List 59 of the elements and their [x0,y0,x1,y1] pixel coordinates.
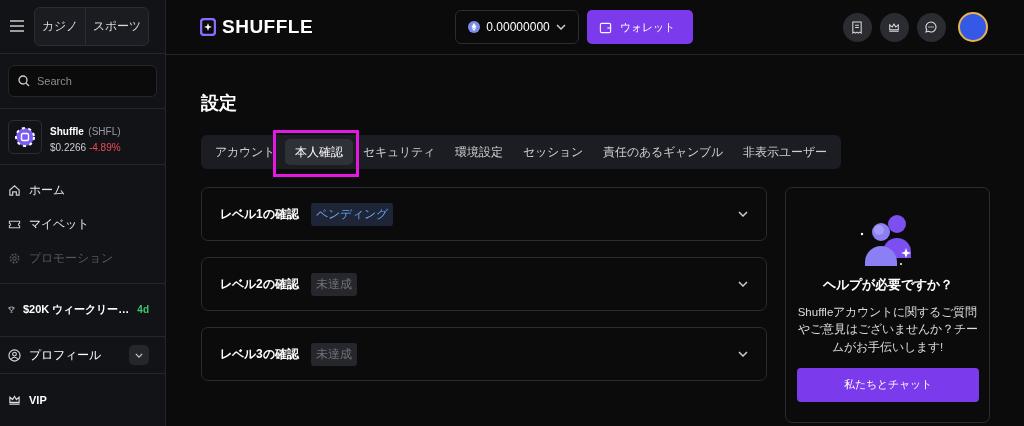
mode-tab[interactable]: スポーツ [85,7,148,45]
nav-item[interactable]: マイベット [8,207,157,241]
search-field[interactable]: Search [8,65,157,98]
level-title: レベル1の確認 [220,205,299,223]
page-title: 設定 [201,92,238,115]
price-change: -4.89% [88,141,121,153]
crown-icon [8,394,21,407]
user-icon [8,348,21,362]
verification-level-row[interactable]: レベル3の確認 未達成 [201,327,767,381]
help-title: ヘルプが必要ですか？ [822,276,953,294]
settings-tab[interactable]: セキュリティ [353,139,445,165]
time-left-label: 4d [137,304,149,316]
settings-tab[interactable]: アカウント [205,139,285,165]
settings-tab[interactable]: 非表示ユーザー [733,139,837,165]
chevron-down-icon [738,351,748,357]
wallet-icon [598,20,612,34]
token-name: Shuffle [50,125,84,137]
vip-link[interactable]: VIP [29,394,47,407]
verification-level-row[interactable]: レベル1の確認 ペンディング [201,187,767,241]
level-title: レベル2の確認 [220,275,299,293]
logo-icon [200,18,216,36]
home-icon [8,183,21,197]
level-title: レベル3の確認 [220,345,299,363]
vip-button[interactable] [880,12,909,42]
search-icon [18,75,30,88]
settings-tab[interactable]: 責任のあるギャンブル [593,139,733,165]
token-symbol: (SHFL) [88,125,121,137]
profile-link[interactable]: プロフィール [29,346,101,364]
user-avatar[interactable] [958,12,988,42]
coin-logo [8,119,42,154]
expand-button[interactable] [129,345,149,365]
chat-button[interactable]: 私たちとチャット [796,367,979,402]
status-tag: 未達成 [310,272,357,296]
chat-icon [925,21,938,33]
race-link[interactable]: $20K ウィークリー… [22,302,130,318]
settings-tab[interactable]: セッション [513,139,593,165]
status-tag: ペンディング [310,202,393,226]
chevron-down-icon [135,352,143,358]
chevron-down-icon [738,211,748,217]
chevron-down-icon [738,281,748,287]
receipt-button[interactable] [843,12,872,42]
chat-button[interactable] [917,12,946,42]
wallet-button[interactable]: ウォレット [586,10,693,44]
settings-tab[interactable]: 本人確認 [285,139,353,165]
mode-tab[interactable]: カジノ [35,7,85,45]
status-tag: 未達成 [310,342,357,366]
crown-icon [888,21,901,33]
gear-icon [8,251,21,265]
balance-dropdown[interactable]: 0.00000000 [455,10,579,44]
logo-text[interactable]: SHUFFLE [222,16,314,38]
token-price: $0.2266 [50,141,87,153]
chevron-down-icon [555,24,566,30]
help-text: Shuffleアカウントに関するご質問やご意見はございませんか？チームがお手伝いします! [796,305,979,355]
nav-item[interactable]: ホーム [8,173,157,207]
receipt-icon [851,20,864,34]
menu-icon[interactable] [10,20,24,33]
verification-level-row[interactable]: レベル2の確認 未達成 [201,257,767,311]
settings-tab[interactable]: 環境設定 [445,139,513,165]
coin-icon [468,21,481,33]
